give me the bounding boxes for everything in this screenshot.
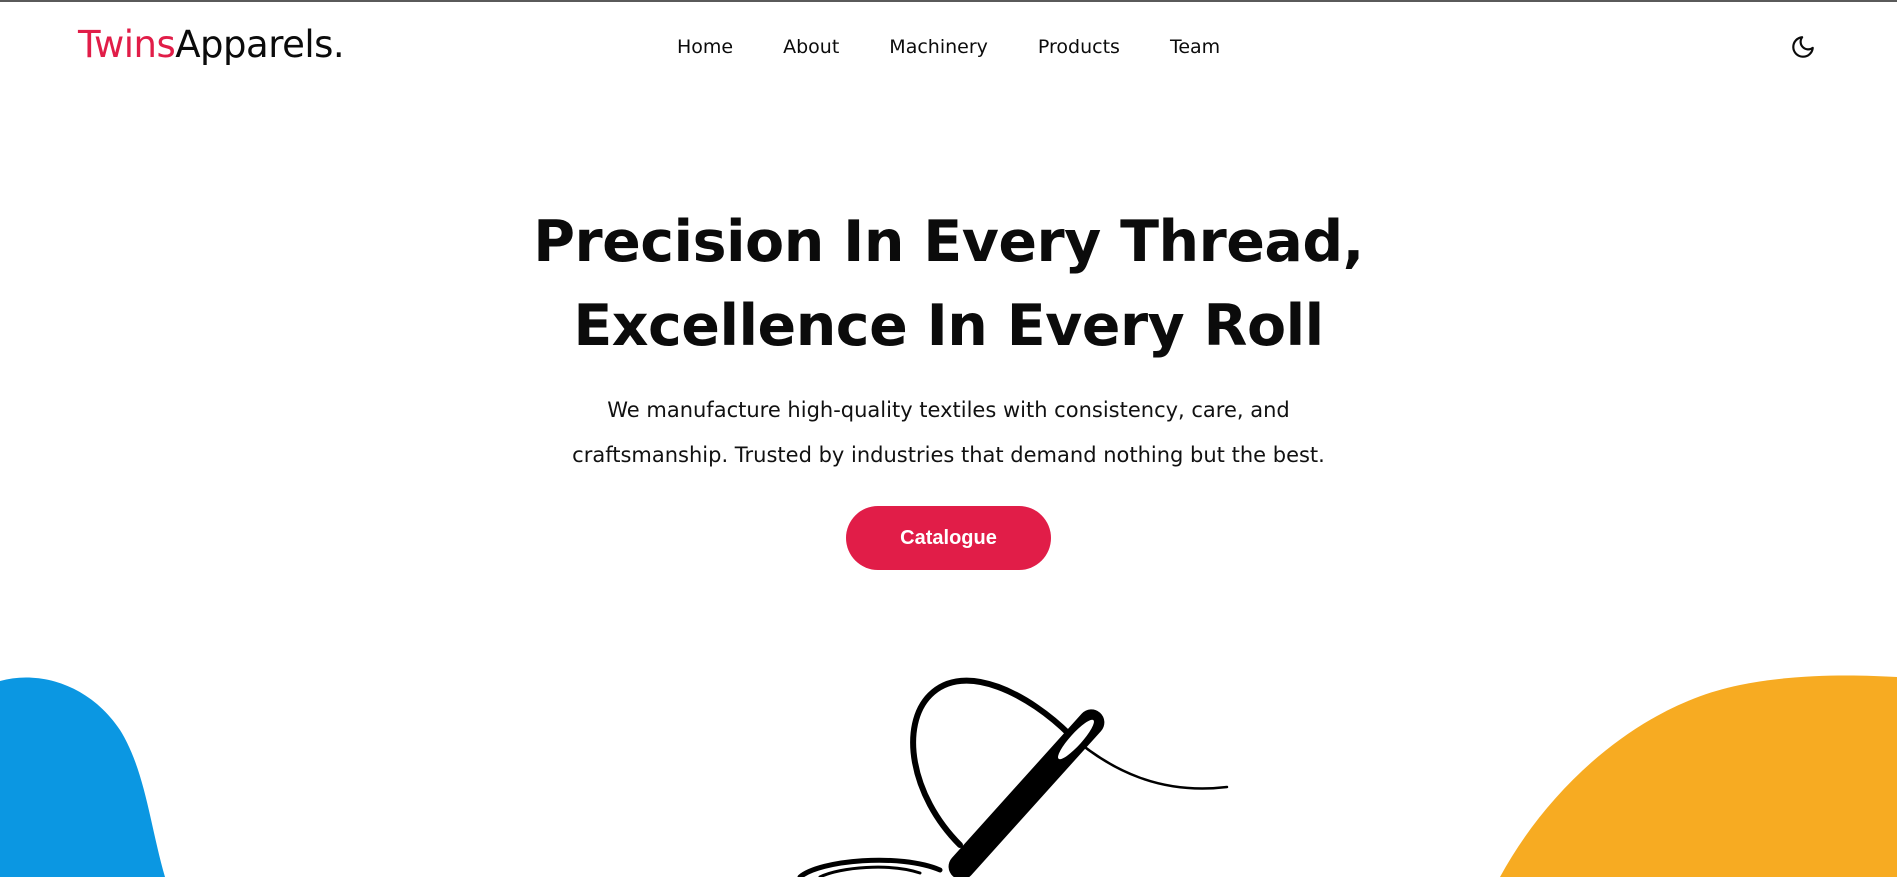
- hero-subtitle-line-2: craftsmanship. Trusted by industries tha…: [572, 443, 1325, 467]
- brand-logo[interactable]: TwinsApparels.: [78, 22, 345, 68]
- hero-section: Precision In Every Thread, Excellence In…: [0, 200, 1897, 570]
- nav-item-team[interactable]: Team: [1170, 32, 1220, 62]
- orange-blob-shape: [1500, 675, 1897, 877]
- hero-title-line-1: Precision In Every Thread,: [533, 209, 1364, 275]
- nav-item-products[interactable]: Products: [1038, 32, 1120, 62]
- hero-subtitle: We manufacture high-quality textiles wit…: [569, 388, 1329, 478]
- brand-rest-text: Apparels.: [175, 23, 345, 66]
- needle-thread-icon: [797, 677, 1229, 877]
- hero-title: Precision In Every Thread, Excellence In…: [0, 200, 1897, 368]
- theme-toggle-button[interactable]: [1788, 32, 1818, 62]
- catalogue-button[interactable]: Catalogue: [846, 506, 1051, 570]
- blue-blob-shape: [0, 677, 165, 877]
- hero-subtitle-line-1: We manufacture high-quality textiles wit…: [607, 398, 1290, 422]
- navbar: TwinsApparels. Home About Machinery Prod…: [0, 2, 1897, 88]
- brand-accent-text: Twins: [78, 23, 176, 66]
- nav-item-machinery[interactable]: Machinery: [889, 32, 988, 62]
- nav-item-about[interactable]: About: [783, 32, 839, 62]
- nav-item-home[interactable]: Home: [677, 32, 733, 62]
- moon-icon: [1792, 36, 1814, 58]
- hero-title-line-2: Excellence In Every Roll: [573, 293, 1324, 359]
- main-nav: Home About Machinery Products Team: [677, 32, 1220, 62]
